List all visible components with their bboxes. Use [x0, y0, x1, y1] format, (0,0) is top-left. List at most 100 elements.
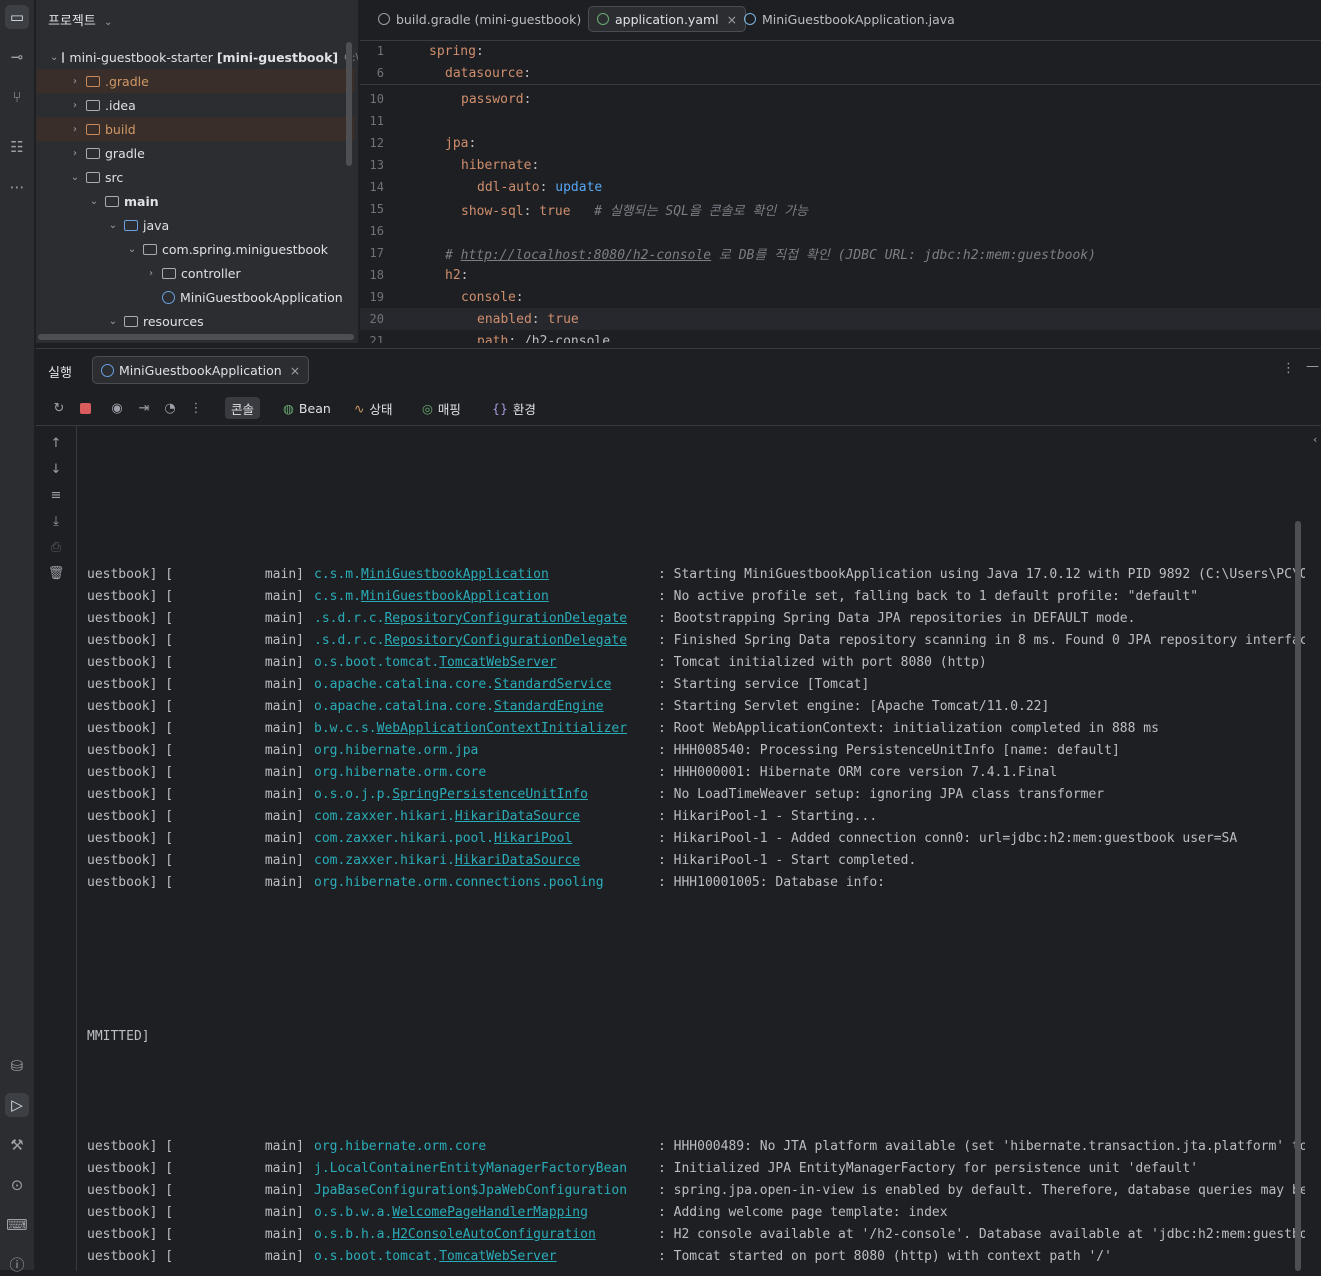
logger-class-link[interactable]: StandardEngine	[494, 699, 604, 714]
logger-class-link[interactable]: SpringPersistenceUnitInfo	[392, 787, 588, 802]
more-options-icon[interactable]: ⋮	[1282, 361, 1295, 376]
code-line[interactable]: 19 console:	[360, 286, 1321, 308]
code-line[interactable]: 18 h2:	[360, 264, 1321, 286]
tab-bean[interactable]: ◍ Bean	[277, 397, 337, 419]
logger-class-link[interactable]: StandardService	[494, 677, 611, 692]
tree-item-build[interactable]: › build	[36, 117, 354, 141]
chevron-right-icon[interactable]: ›	[68, 100, 82, 111]
chevron-down-icon[interactable]: ⌄	[68, 172, 82, 183]
chevron-left-icon[interactable]: ‹	[1313, 433, 1317, 446]
commit-icon[interactable]: ⊸	[5, 45, 29, 69]
tab-console[interactable]: 콘솔	[225, 397, 261, 419]
code-line[interactable]: 14 ddl-auto: update	[360, 176, 1321, 198]
project-panel-header[interactable]: 프로젝트 ⌄	[48, 10, 112, 29]
close-icon[interactable]: ×	[290, 363, 300, 378]
rerun-icon[interactable]: ↻	[50, 399, 68, 417]
logger-class-link[interactable]: RepositoryConfigurationDelegate	[384, 611, 627, 626]
gauge-icon[interactable]: ◔	[161, 399, 179, 417]
trash-icon[interactable]: 🗑	[47, 564, 65, 582]
tree-item-gradle[interactable]: › gradle	[36, 141, 354, 165]
logger-class-link[interactable]: WebApplicationContextInitializer	[377, 721, 627, 736]
build-hammer-icon[interactable]: ⚒	[5, 1133, 29, 1157]
line-number: 19	[369, 290, 384, 304]
code-line[interactable]: 15 show-sql: true # 실행되는 SQL을 콘솔로 확인 가능	[360, 198, 1321, 220]
code-line[interactable]: 12 jpa:	[360, 132, 1321, 154]
chevron-down-icon[interactable]: ⌄	[87, 196, 101, 207]
logger-class-link[interactable]: MiniGuestbookApplication	[361, 589, 549, 604]
code-line[interactable]: 21 path: /h2-console	[360, 330, 1321, 344]
code-line[interactable]: 6 datasource:	[360, 62, 1321, 85]
logger-class-link[interactable]: HikariDataSource	[455, 809, 580, 824]
print-icon[interactable]: ⎙	[47, 538, 65, 556]
chevron-down-icon[interactable]: ⌄	[106, 220, 120, 231]
tree-item-idea[interactable]: › .idea	[36, 93, 354, 117]
chevron-right-icon[interactable]: ›	[68, 148, 82, 159]
services-icon[interactable]: ⊙	[5, 1173, 29, 1197]
more-options-icon[interactable]: ⋮	[187, 399, 205, 417]
chevron-right-icon[interactable]: ›	[144, 268, 158, 279]
code-line[interactable]: 10 password:	[360, 88, 1321, 110]
structure-icon[interactable]: ☷	[5, 135, 29, 159]
problems-icon[interactable]: ⓘ	[5, 1252, 29, 1276]
camera-icon[interactable]: ◉	[108, 399, 126, 417]
database-icon[interactable]: ⛁	[5, 1054, 29, 1078]
tree-item-java[interactable]: ⌄ java	[36, 213, 354, 237]
code-line[interactable]: 13 hibernate:	[360, 154, 1321, 176]
code-line[interactable]: 20 enabled: true	[360, 308, 1321, 330]
logger-class-link[interactable]: MiniGuestbookApplication	[361, 567, 549, 582]
run-panel: 실행 MiniGuestbookApplication × ⋮ — ↻ ◉ ⇥ …	[36, 348, 1321, 1271]
tree-item-gradle-cache[interactable]: › .gradle	[36, 69, 354, 93]
logger-class-link[interactable]: HikariPool	[494, 831, 572, 846]
tab-mappings[interactable]: ◎ 매핑	[416, 397, 467, 419]
arrow-down-icon[interactable]: ↓	[47, 460, 65, 478]
tree-item-application-class[interactable]: MiniGuestbookApplication	[36, 285, 354, 309]
log-logger: c.s.m.MiniGuestbookApplication	[314, 567, 658, 582]
tree-root[interactable]: ⌄ mini-guestbook-starter [mini-guestbook…	[50, 45, 358, 69]
chevron-down-icon[interactable]: ⌄	[50, 52, 58, 63]
tree-vertical-scrollbar[interactable]	[346, 42, 352, 166]
exit-icon[interactable]: ⇥	[135, 399, 153, 417]
minimize-icon[interactable]: —	[1306, 359, 1319, 374]
tab-env[interactable]: {} 환경	[486, 397, 542, 419]
gradle-icon	[378, 13, 390, 25]
console-output[interactable]: uestbook] [main] c.s.m.MiniGuestbookAppli…	[77, 426, 1305, 1271]
chevron-right-icon[interactable]: ›	[68, 124, 82, 135]
code-line[interactable]: 16	[360, 220, 1321, 242]
tree-item-controller[interactable]: › controller	[36, 261, 354, 285]
tree-item-main[interactable]: ⌄ main	[36, 189, 354, 213]
tab-health[interactable]: ∿ 상태	[348, 397, 399, 419]
code-line[interactable]: 17 # http://localhost:8080/h2-console 로 …	[360, 242, 1321, 264]
logger-class-link[interactable]: TomcatWebServer	[439, 655, 556, 670]
scroll-to-end-icon[interactable]: ⤓	[47, 512, 65, 530]
chevron-down-icon[interactable]: ⌄	[106, 316, 120, 327]
logger-class-link[interactable]: TomcatWebServer	[439, 1249, 556, 1264]
tab-application-java[interactable]: MiniGuestbookApplication.java	[736, 6, 963, 32]
soft-wrap-icon[interactable]: ≡	[47, 486, 65, 504]
logger-class-link[interactable]: WelcomePageHandlerMapping	[392, 1205, 588, 1220]
pull-request-icon[interactable]: ⑂	[5, 85, 29, 109]
stop-icon[interactable]	[76, 399, 94, 417]
terminal-icon[interactable]: ⌨	[5, 1213, 29, 1237]
chevron-right-icon[interactable]: ›	[68, 76, 82, 87]
logger-class-link[interactable]: HikariDataSource	[455, 853, 580, 868]
chevron-down-icon[interactable]: ⌄	[125, 244, 139, 255]
code-line[interactable]: 1 spring:	[360, 40, 1321, 62]
tab-application-yaml[interactable]: application.yaml ×	[588, 6, 747, 32]
console-scrollbar[interactable]	[1295, 521, 1301, 1271]
h2-console-link[interactable]: http://localhost:8080/h2-console	[461, 248, 711, 263]
run-icon[interactable]: ▷	[5, 1093, 29, 1117]
log-message: : spring.jpa.open-in-view is enabled by …	[658, 1182, 1305, 1198]
arrow-up-icon[interactable]: ↑	[47, 434, 65, 452]
more-tools-icon[interactable]: ⋯	[5, 175, 29, 199]
tree-horizontal-scrollbar[interactable]	[38, 334, 354, 340]
tree-item-package[interactable]: ⌄ com.spring.miniguestbook	[36, 237, 354, 261]
logger-class-link[interactable]: H2ConsoleAutoConfiguration	[392, 1227, 596, 1242]
tree-item-resources[interactable]: ⌄ resources	[36, 309, 354, 333]
tab-build-gradle[interactable]: build.gradle (mini-guestbook)	[370, 6, 589, 32]
log-message: : Tomcat initialized with port 8080 (htt…	[658, 654, 987, 670]
run-config-tab[interactable]: MiniGuestbookApplication ×	[92, 356, 310, 384]
code-line[interactable]: 11	[360, 110, 1321, 132]
project-folder-icon[interactable]: ▭	[5, 5, 29, 29]
logger-class-link[interactable]: RepositoryConfigurationDelegate	[384, 633, 627, 648]
tree-item-src[interactable]: ⌄ src	[36, 165, 354, 189]
